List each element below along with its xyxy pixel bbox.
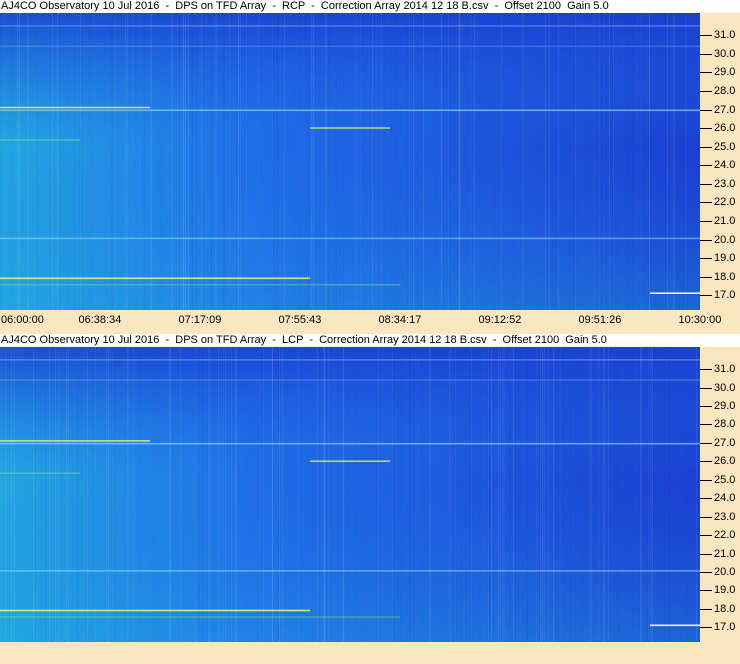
y-tick-label: 17.0	[714, 621, 736, 634]
x-tick-label: 10:30:00	[678, 314, 722, 326]
y-tick	[700, 406, 712, 407]
rcp-spectrogram	[0, 13, 700, 310]
y-tick-label: 20.0	[714, 565, 736, 578]
y-tick-label: 24.0	[714, 492, 736, 505]
y-tick-label: 24.0	[714, 159, 736, 172]
y-tick-label: 30.0	[714, 381, 736, 394]
y-tick	[700, 35, 712, 37]
lcp-title: AJ4CO Observatory 10 Jul 2016 - DPS on T…	[0, 334, 740, 347]
y-tick-label: 30.0	[714, 47, 736, 60]
spectrogram-image	[0, 13, 700, 310]
y-tick	[700, 442, 712, 444]
y-tick	[700, 128, 712, 130]
y-tick-label: 22.0	[714, 529, 736, 542]
y-tick	[700, 183, 712, 185]
y-tick-label: 21.0	[714, 547, 736, 560]
y-tick	[700, 165, 712, 167]
y-tick	[700, 239, 712, 241]
y-tick-label: 29.0	[714, 400, 736, 412]
lcp-spectrogram	[0, 347, 700, 642]
y-tick-label: 26.0	[714, 455, 736, 468]
rcp-title: AJ4CO Observatory 10 Jul 2016 - DPS on T…	[0, 0, 740, 13]
x-tick-label: 08:34:17	[378, 314, 422, 326]
bottom-strip	[0, 642, 740, 664]
y-tick-label: 21.0	[714, 214, 736, 227]
y-tick	[700, 295, 712, 297]
y-tick-label: 27.0	[714, 103, 736, 116]
y-tick-label: 19.0	[714, 252, 736, 264]
y-tick	[700, 553, 712, 555]
y-tick	[700, 109, 712, 111]
x-tick-label: 07:17:09	[178, 314, 222, 326]
y-tick	[700, 424, 712, 426]
y-tick-label: 28.0	[714, 418, 736, 431]
x-tick-label: 06:38:34	[78, 314, 122, 326]
y-tick	[700, 571, 712, 573]
y-tick	[700, 146, 712, 148]
y-tick-label: 18.0	[714, 602, 736, 615]
y-tick	[700, 369, 712, 371]
y-tick	[700, 461, 712, 463]
y-tick-label: 25.0	[714, 473, 736, 486]
y-tick	[700, 276, 712, 278]
y-tick	[700, 627, 712, 629]
y-tick	[700, 202, 712, 204]
x-tick-label: 09:12:52	[478, 314, 522, 326]
y-tick-label: 17.0	[714, 289, 736, 302]
y-tick-label: 26.0	[714, 122, 736, 135]
x-tick-label: 06:00:00	[1, 314, 44, 326]
y-tick	[700, 498, 712, 500]
lcp-frequency-axis: 31.0 30.0 29.0 28.0 27.0 26.0 25.0 24.0 23.0 22.0…	[700, 347, 740, 642]
y-tick-label: 27.0	[714, 436, 736, 449]
y-tick	[700, 53, 712, 55]
y-tick	[700, 258, 712, 259]
y-tick-label: 19.0	[714, 584, 736, 597]
y-tick-label: 29.0	[714, 66, 736, 79]
y-tick	[700, 72, 712, 74]
x-tick-label: 09:51:26	[578, 314, 622, 326]
y-tick-label: 22.0	[714, 196, 736, 209]
y-tick	[700, 479, 712, 481]
y-tick	[700, 387, 712, 389]
y-tick-label: 23.0	[714, 177, 736, 190]
y-tick	[700, 590, 712, 592]
y-tick	[700, 608, 712, 610]
y-tick-label: 31.0	[714, 29, 736, 42]
y-tick-label: 31.0	[714, 363, 736, 376]
y-tick-label: 20.0	[714, 233, 736, 246]
y-tick-label: 28.0	[714, 85, 736, 97]
y-tick	[700, 91, 712, 92]
spectrogram-image	[0, 347, 700, 642]
time-axis: 06:00:00 06:38:34 07:17:09 07:55:43 08:34:17…	[0, 310, 740, 330]
x-tick-label: 07:55:43	[278, 314, 322, 326]
y-tick	[700, 535, 712, 537]
y-tick-label: 23.0	[714, 510, 736, 523]
y-tick	[700, 220, 712, 222]
y-tick	[700, 516, 712, 518]
rcp-frequency-axis: 31.0 30.0 29.0 28.0 27.0 26.0 25.0 24.0 23.0 22.0…	[700, 13, 740, 310]
y-tick-label: 18.0	[714, 270, 736, 283]
y-tick-label: 25.0	[714, 140, 736, 153]
